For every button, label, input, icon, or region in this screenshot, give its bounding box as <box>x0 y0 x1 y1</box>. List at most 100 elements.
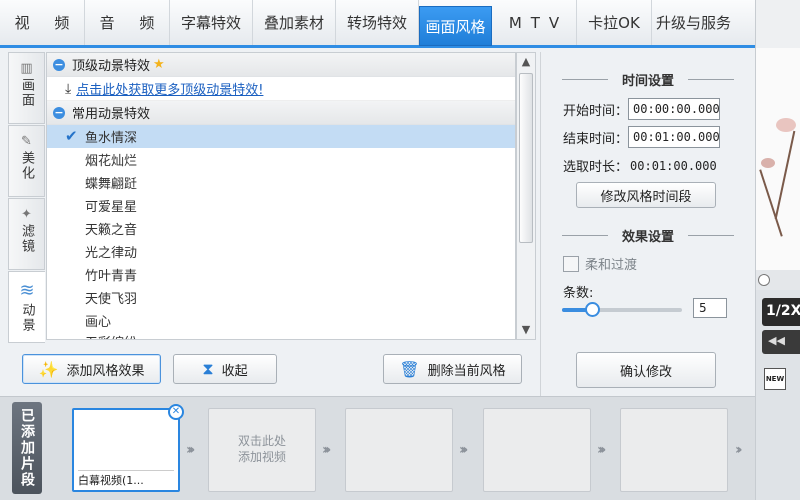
empty-clip-slot[interactable] <box>345 408 453 492</box>
collapse-group-icon[interactable]: − <box>53 58 65 71</box>
list-item-label: 鱼水情深 <box>85 131 138 146</box>
list-item[interactable]: 天籁之音 <box>47 217 515 240</box>
chevron-right-icon: ››› <box>186 442 196 458</box>
start-time-input[interactable]: 00:00:00.000 <box>628 98 721 120</box>
list-item-label: 画心 <box>85 315 112 330</box>
category-side-tabs: ▥ 画面 ✎ 美化 ✦ 滤镜 ≋ 动景 <box>8 52 45 343</box>
group-header-common[interactable]: − 常用动景特效 <box>47 101 515 125</box>
collapse-group-icon[interactable]: − <box>53 106 65 119</box>
side-tab-motion-scene[interactable]: ≋ 动景 <box>8 271 45 343</box>
get-more-effects-link[interactable]: 点击此处获取更多顶级动景特效! <box>76 79 263 98</box>
side-tab-beautify[interactable]: ✎ 美化 <box>8 125 45 197</box>
empty-clip-slot[interactable]: 双击此处 添加视频 <box>208 408 316 492</box>
star-icon: ★ <box>153 57 165 72</box>
checkmark-icon: ✔ <box>65 127 78 145</box>
chevron-right-icon: ››› <box>597 442 607 458</box>
empty-clip-slot[interactable] <box>483 408 591 492</box>
delete-current-style-label: 删除当前风格 <box>427 363 506 379</box>
sparkle-wand-icon: ✦ <box>21 207 32 222</box>
count-slider[interactable] <box>562 302 682 317</box>
add-video-hint: 双击此处 添加视频 <box>209 433 315 465</box>
preview-header <box>756 0 800 48</box>
group-header-premium[interactable]: − 顶级动景特效 ★ <box>47 53 515 77</box>
effects-list: − 顶级动景特效 ★ ⤓ 点击此处获取更多顶级动景特效! − 常用动景特效 ✔ … <box>46 52 516 340</box>
clip-caption: 白幕视频(1... <box>78 470 174 488</box>
scrollbar-thumb[interactable] <box>519 73 533 243</box>
added-clips-label: 已添加片段 <box>12 402 42 494</box>
side-tab-filter-label: 滤镜 <box>19 224 34 254</box>
start-time-label: 开始时间： <box>563 103 629 119</box>
collapse-button[interactable]: ⧗ 收起 <box>173 354 277 384</box>
end-time-label: 结束时间： <box>563 131 629 147</box>
chevron-right-icon: ›› <box>735 442 742 458</box>
count-label: 条数: <box>563 286 594 301</box>
count-row: 条数: <box>563 282 593 301</box>
preview-progress-knob[interactable] <box>758 274 770 286</box>
side-tab-motion-scene-label: 动景 <box>19 303 35 333</box>
scroll-down-icon[interactable]: ▼ <box>517 321 535 339</box>
side-tab-filter[interactable]: ✦ 滤镜 <box>8 198 45 270</box>
smooth-transition-checkbox[interactable] <box>563 255 579 272</box>
branch-shape <box>774 130 796 220</box>
tab-transition-effects[interactable]: 转场特效 <box>336 0 419 45</box>
tab-audio[interactable]: 音 频 <box>85 0 170 45</box>
waves-icon: ≋ <box>19 280 35 301</box>
list-scrollbar[interactable]: ▲ ▼ <box>516 52 536 340</box>
tab-karaoke[interactable]: 卡拉OK <box>577 0 652 45</box>
list-item[interactable]: 天使飞羽 <box>47 286 515 309</box>
add-video-hint-line1: 双击此处 <box>237 434 286 448</box>
close-icon[interactable]: ✕ <box>168 404 184 420</box>
add-style-effect-label: 添加风格效果 <box>66 363 145 379</box>
tab-mtv[interactable]: MTV <box>492 0 577 45</box>
list-item[interactable]: 光之律动 <box>47 240 515 263</box>
confirm-modify-button[interactable]: 确认修改 <box>576 352 716 388</box>
add-style-effect-button[interactable]: ✨ 添加风格效果 <box>22 354 161 384</box>
list-item[interactable]: 蝶舞翩跹 <box>47 171 515 194</box>
list-item-label: 蝶舞翩跹 <box>85 177 138 192</box>
new-badge-icon[interactable]: NEW <box>764 368 786 390</box>
download-icon: ⤓ <box>65 80 72 97</box>
preview-panel: 1/2X ◀◀ NEW <box>755 0 800 500</box>
tab-picture-style[interactable]: 画面风格 <box>419 6 492 46</box>
side-tab-picture[interactable]: ▥ 画面 <box>8 52 45 124</box>
list-item[interactable]: ✔ 鱼水情深 <box>47 125 515 148</box>
playback-speed[interactable]: 1/2X <box>762 298 800 326</box>
premium-download-row: ⤓ 点击此处获取更多顶级动景特效! <box>47 77 515 101</box>
list-item[interactable]: 五彩缤纷 <box>47 332 515 339</box>
add-video-hint-line2: 添加视频 <box>237 450 286 464</box>
count-input[interactable]: 5 <box>693 298 727 318</box>
tab-upgrade-service[interactable]: 升级与服务 <box>652 0 735 45</box>
collapse-arrows-icon: ⧗ <box>202 359 214 378</box>
side-tab-beautify-label: 美化 <box>19 151 34 181</box>
end-time-row: 结束时间： 00:01:00.000 <box>563 126 721 148</box>
scroll-up-icon[interactable]: ▲ <box>517 53 535 71</box>
smooth-transition-row[interactable]: 柔和过渡 <box>563 254 637 273</box>
delete-current-style-button[interactable]: 🗑 删除当前风格 <box>383 354 522 384</box>
tab-video[interactable]: 视 频 <box>0 0 85 45</box>
end-time-input[interactable]: 00:01:00.000 <box>628 126 721 148</box>
clip-thumbnail[interactable]: ✕ 白幕视频(1... <box>72 404 184 492</box>
list-item[interactable]: 画心 <box>47 309 515 332</box>
list-item-label: 光之律动 <box>85 246 138 261</box>
duration-value: 00:01:00.000 <box>630 158 717 173</box>
list-item-label: 烟花灿烂 <box>85 154 138 169</box>
tab-overlay-materials[interactable]: 叠加素材 <box>253 0 336 45</box>
count-slider-knob[interactable] <box>585 302 600 317</box>
chevron-right-icon: ››› <box>459 442 469 458</box>
list-item[interactable]: 竹叶青青 <box>47 263 515 286</box>
trash-icon: 🗑 <box>399 359 420 379</box>
list-item[interactable]: 烟花灿烂 <box>47 148 515 171</box>
collapse-label: 收起 <box>221 363 248 379</box>
start-time-row: 开始时间： 00:00:00.000 <box>563 98 721 120</box>
list-item-label: 可爱星星 <box>85 200 138 215</box>
empty-clip-slot[interactable] <box>620 408 728 492</box>
chevron-right-icon: ››› <box>322 442 332 458</box>
list-item-label: 五彩缤纷 <box>85 332 137 339</box>
effect-settings-title: 效果设置 <box>541 226 755 245</box>
preview-image <box>756 48 800 270</box>
rewind-icon[interactable]: ◀◀ <box>762 330 800 354</box>
modify-style-time-button[interactable]: 修改风格时间段 <box>576 182 716 208</box>
list-item-label: 天籁之音 <box>85 223 138 238</box>
tab-subtitle-effects[interactable]: 字幕特效 <box>170 0 253 45</box>
list-item[interactable]: 可爱星星 <box>47 194 515 217</box>
